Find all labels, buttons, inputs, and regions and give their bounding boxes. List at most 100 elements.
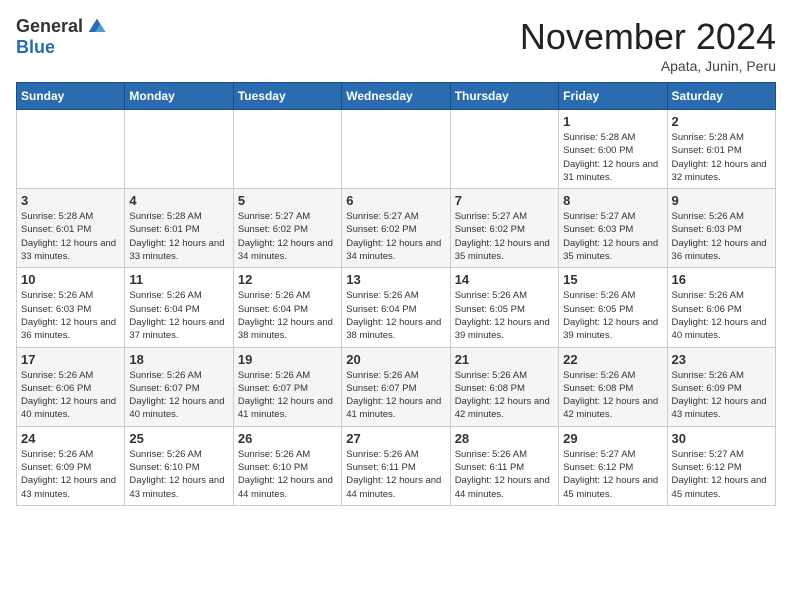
calendar-cell: 23 Sunrise: 5:26 AM Sunset: 6:09 PM Dayli… — [667, 347, 775, 426]
calendar-cell: 20 Sunrise: 5:26 AM Sunset: 6:07 PM Dayli… — [342, 347, 450, 426]
day-number: 29 — [563, 431, 662, 446]
calendar-cell: 29 Sunrise: 5:27 AM Sunset: 6:12 PM Dayli… — [559, 426, 667, 505]
day-number: 19 — [238, 352, 337, 367]
day-info: Sunrise: 5:28 AM Sunset: 6:00 PM Dayligh… — [563, 131, 662, 184]
calendar-cell: 22 Sunrise: 5:26 AM Sunset: 6:08 PM Dayli… — [559, 347, 667, 426]
logo-general-text: General — [16, 16, 83, 37]
day-number: 28 — [455, 431, 554, 446]
day-info: Sunrise: 5:27 AM Sunset: 6:03 PM Dayligh… — [563, 210, 662, 263]
day-info: Sunrise: 5:27 AM Sunset: 6:02 PM Dayligh… — [346, 210, 445, 263]
day-info: Sunrise: 5:26 AM Sunset: 6:08 PM Dayligh… — [563, 369, 662, 422]
day-number: 16 — [672, 272, 771, 287]
day-number: 5 — [238, 193, 337, 208]
day-info: Sunrise: 5:26 AM Sunset: 6:04 PM Dayligh… — [346, 289, 445, 342]
calendar-cell — [233, 110, 341, 189]
day-info: Sunrise: 5:28 AM Sunset: 6:01 PM Dayligh… — [129, 210, 228, 263]
day-number: 30 — [672, 431, 771, 446]
calendar-cell: 27 Sunrise: 5:26 AM Sunset: 6:11 PM Dayli… — [342, 426, 450, 505]
day-info: Sunrise: 5:26 AM Sunset: 6:05 PM Dayligh… — [563, 289, 662, 342]
month-title: November 2024 — [520, 16, 776, 58]
location-subtitle: Apata, Junin, Peru — [520, 58, 776, 74]
day-info: Sunrise: 5:26 AM Sunset: 6:11 PM Dayligh… — [346, 448, 445, 501]
calendar-cell: 26 Sunrise: 5:26 AM Sunset: 6:10 PM Dayli… — [233, 426, 341, 505]
day-info: Sunrise: 5:26 AM Sunset: 6:07 PM Dayligh… — [346, 369, 445, 422]
day-number: 24 — [21, 431, 120, 446]
page-header: General Blue November 2024 Apata, Junin,… — [16, 16, 776, 74]
calendar-cell — [342, 110, 450, 189]
calendar-cell — [125, 110, 233, 189]
day-info: Sunrise: 5:26 AM Sunset: 6:06 PM Dayligh… — [21, 369, 120, 422]
calendar-cell: 21 Sunrise: 5:26 AM Sunset: 6:08 PM Dayli… — [450, 347, 558, 426]
weekday-header-wednesday: Wednesday — [342, 83, 450, 110]
weekday-header-saturday: Saturday — [667, 83, 775, 110]
calendar-cell — [450, 110, 558, 189]
day-number: 3 — [21, 193, 120, 208]
day-info: Sunrise: 5:27 AM Sunset: 6:02 PM Dayligh… — [238, 210, 337, 263]
calendar-cell: 8 Sunrise: 5:27 AM Sunset: 6:03 PM Daylig… — [559, 189, 667, 268]
day-info: Sunrise: 5:26 AM Sunset: 6:10 PM Dayligh… — [238, 448, 337, 501]
calendar-cell: 5 Sunrise: 5:27 AM Sunset: 6:02 PM Daylig… — [233, 189, 341, 268]
day-number: 4 — [129, 193, 228, 208]
calendar-cell: 11 Sunrise: 5:26 AM Sunset: 6:04 PM Dayli… — [125, 268, 233, 347]
week-row-1: 1 Sunrise: 5:28 AM Sunset: 6:00 PM Daylig… — [17, 110, 776, 189]
day-number: 14 — [455, 272, 554, 287]
day-number: 21 — [455, 352, 554, 367]
day-number: 26 — [238, 431, 337, 446]
weekday-header-tuesday: Tuesday — [233, 83, 341, 110]
day-number: 11 — [129, 272, 228, 287]
calendar-cell: 19 Sunrise: 5:26 AM Sunset: 6:07 PM Dayli… — [233, 347, 341, 426]
day-info: Sunrise: 5:26 AM Sunset: 6:11 PM Dayligh… — [455, 448, 554, 501]
calendar-cell: 10Sunrise: 5:26 AM Sunset: 6:03 PM Dayli… — [17, 268, 125, 347]
day-number: 1 — [563, 114, 662, 129]
calendar-cell: 25 Sunrise: 5:26 AM Sunset: 6:10 PM Dayli… — [125, 426, 233, 505]
calendar-cell: 24 Sunrise: 5:26 AM Sunset: 6:09 PM Dayli… — [17, 426, 125, 505]
week-row-3: 10Sunrise: 5:26 AM Sunset: 6:03 PM Dayli… — [17, 268, 776, 347]
day-info: Sunrise: 5:26 AM Sunset: 6:03 PM Dayligh… — [672, 210, 771, 263]
calendar-cell: 13 Sunrise: 5:26 AM Sunset: 6:04 PM Dayli… — [342, 268, 450, 347]
day-number: 27 — [346, 431, 445, 446]
calendar-cell: 6Sunrise: 5:27 AM Sunset: 6:02 PM Daylig… — [342, 189, 450, 268]
day-number: 18 — [129, 352, 228, 367]
weekday-header-sunday: Sunday — [17, 83, 125, 110]
day-info: Sunrise: 5:26 AM Sunset: 6:07 PM Dayligh… — [129, 369, 228, 422]
calendar-cell: 9Sunrise: 5:26 AM Sunset: 6:03 PM Daylig… — [667, 189, 775, 268]
day-number: 8 — [563, 193, 662, 208]
logo-icon — [87, 17, 107, 37]
day-info: Sunrise: 5:27 AM Sunset: 6:12 PM Dayligh… — [672, 448, 771, 501]
weekday-header-row: SundayMondayTuesdayWednesdayThursdayFrid… — [17, 83, 776, 110]
weekday-header-thursday: Thursday — [450, 83, 558, 110]
day-info: Sunrise: 5:26 AM Sunset: 6:09 PM Dayligh… — [21, 448, 120, 501]
day-number: 2 — [672, 114, 771, 129]
calendar-cell: 14Sunrise: 5:26 AM Sunset: 6:05 PM Dayli… — [450, 268, 558, 347]
calendar-cell: 30 Sunrise: 5:27 AM Sunset: 6:12 PM Dayli… — [667, 426, 775, 505]
calendar-cell: 4 Sunrise: 5:28 AM Sunset: 6:01 PM Daylig… — [125, 189, 233, 268]
logo: General Blue — [16, 16, 107, 58]
calendar-table: SundayMondayTuesdayWednesdayThursdayFrid… — [16, 82, 776, 506]
day-info: Sunrise: 5:26 AM Sunset: 6:04 PM Dayligh… — [129, 289, 228, 342]
day-info: Sunrise: 5:26 AM Sunset: 6:03 PM Dayligh… — [21, 289, 120, 342]
calendar-cell: 2Sunrise: 5:28 AM Sunset: 6:01 PM Daylig… — [667, 110, 775, 189]
day-number: 7 — [455, 193, 554, 208]
day-info: Sunrise: 5:27 AM Sunset: 6:12 PM Dayligh… — [563, 448, 662, 501]
calendar-cell: 28 Sunrise: 5:26 AM Sunset: 6:11 PM Dayli… — [450, 426, 558, 505]
weekday-header-friday: Friday — [559, 83, 667, 110]
day-number: 17 — [21, 352, 120, 367]
week-row-5: 24 Sunrise: 5:26 AM Sunset: 6:09 PM Dayli… — [17, 426, 776, 505]
day-info: Sunrise: 5:26 AM Sunset: 6:07 PM Dayligh… — [238, 369, 337, 422]
day-number: 13 — [346, 272, 445, 287]
day-number: 22 — [563, 352, 662, 367]
day-info: Sunrise: 5:26 AM Sunset: 6:08 PM Dayligh… — [455, 369, 554, 422]
day-number: 15 — [563, 272, 662, 287]
day-info: Sunrise: 5:26 AM Sunset: 6:10 PM Dayligh… — [129, 448, 228, 501]
day-info: Sunrise: 5:26 AM Sunset: 6:04 PM Dayligh… — [238, 289, 337, 342]
calendar-cell: 7 Sunrise: 5:27 AM Sunset: 6:02 PM Daylig… — [450, 189, 558, 268]
day-number: 20 — [346, 352, 445, 367]
day-info: Sunrise: 5:26 AM Sunset: 6:06 PM Dayligh… — [672, 289, 771, 342]
logo-blue-text: Blue — [16, 37, 55, 58]
calendar-cell: 3Sunrise: 5:28 AM Sunset: 6:01 PM Daylig… — [17, 189, 125, 268]
day-number: 23 — [672, 352, 771, 367]
day-number: 25 — [129, 431, 228, 446]
day-info: Sunrise: 5:26 AM Sunset: 6:09 PM Dayligh… — [672, 369, 771, 422]
calendar-cell: 16 Sunrise: 5:26 AM Sunset: 6:06 PM Dayli… — [667, 268, 775, 347]
day-info: Sunrise: 5:27 AM Sunset: 6:02 PM Dayligh… — [455, 210, 554, 263]
